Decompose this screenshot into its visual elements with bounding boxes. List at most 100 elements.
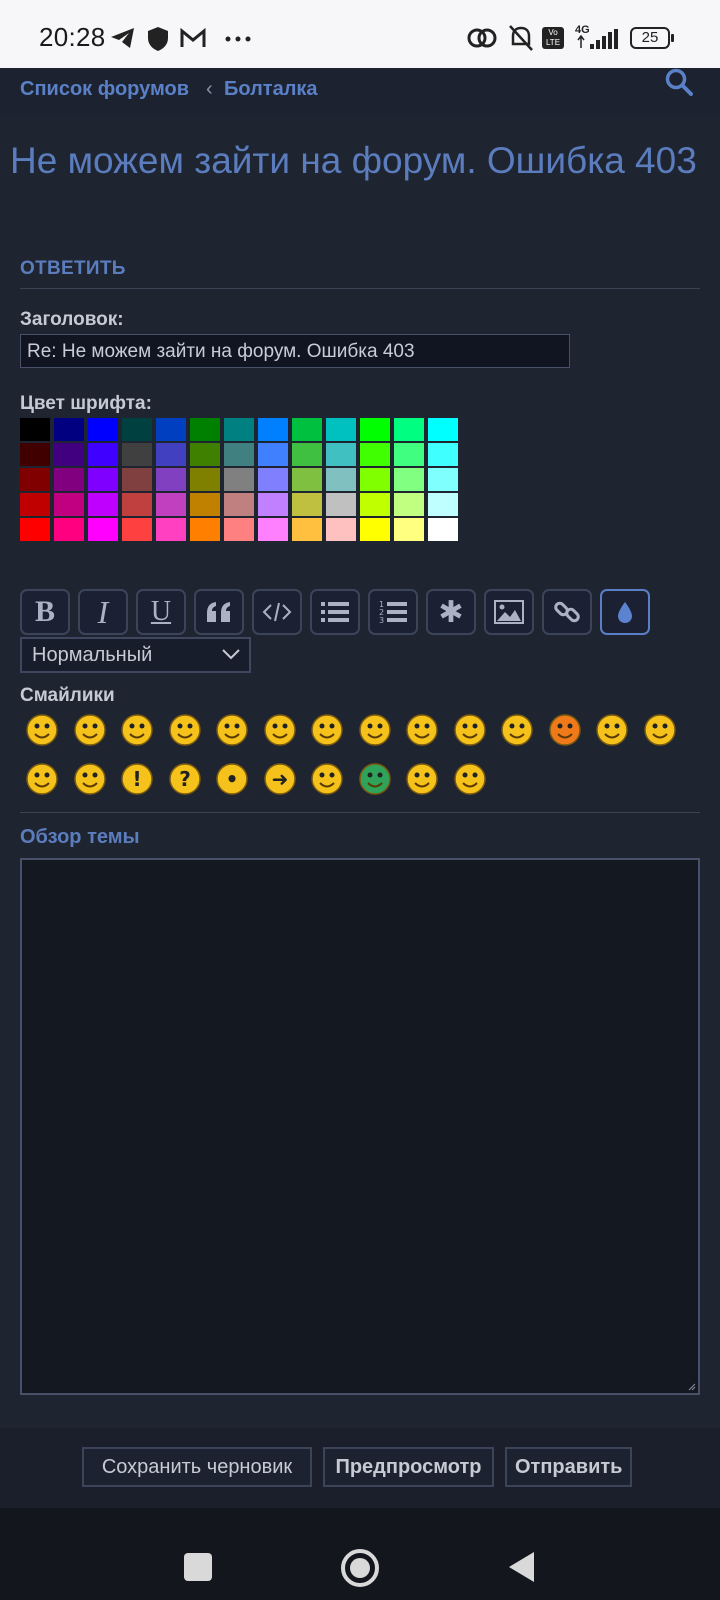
color-swatch[interactable]	[258, 418, 288, 441]
color-swatch[interactable]	[54, 418, 84, 441]
smiley-idea-icon[interactable]: •	[215, 762, 249, 796]
smiley-arrow-icon[interactable]: ➜	[263, 762, 297, 796]
color-swatch[interactable]	[54, 493, 84, 516]
font-color-button[interactable]	[600, 589, 650, 635]
color-swatch[interactable]	[258, 518, 288, 541]
smiley-smile-icon[interactable]	[73, 713, 107, 747]
smiley-surprised-icon[interactable]	[215, 713, 249, 747]
color-swatch[interactable]	[292, 468, 322, 491]
color-swatch[interactable]	[20, 443, 50, 466]
color-swatch[interactable]	[224, 468, 254, 491]
smiley-twisted-icon[interactable]	[25, 762, 59, 796]
color-swatch[interactable]	[360, 518, 390, 541]
quote-button[interactable]	[194, 589, 244, 635]
color-swatch[interactable]	[190, 443, 220, 466]
smiley-uber-geek-icon[interactable]	[453, 762, 487, 796]
color-swatch[interactable]	[54, 518, 84, 541]
ordered-list-button[interactable]: 1 2 3	[368, 589, 418, 635]
color-swatch[interactable]	[156, 468, 186, 491]
bold-button[interactable]: B	[20, 589, 70, 635]
color-swatch[interactable]	[292, 443, 322, 466]
recents-button[interactable]	[184, 1553, 212, 1581]
smiley-embarrassed-icon[interactable]	[548, 713, 582, 747]
topic-review-box[interactable]	[20, 858, 700, 1395]
smiley-neutral-icon[interactable]	[310, 762, 344, 796]
color-swatch[interactable]	[224, 443, 254, 466]
color-swatch[interactable]	[88, 518, 118, 541]
color-swatch[interactable]	[88, 418, 118, 441]
color-swatch[interactable]	[156, 518, 186, 541]
color-swatch[interactable]	[326, 418, 356, 441]
color-swatch[interactable]	[360, 468, 390, 491]
color-swatch[interactable]	[326, 468, 356, 491]
smiley-mad-icon[interactable]	[453, 713, 487, 747]
color-swatch[interactable]	[122, 518, 152, 541]
color-swatch[interactable]	[428, 493, 458, 516]
color-swatch[interactable]	[54, 443, 84, 466]
color-swatch[interactable]	[224, 493, 254, 516]
color-swatch[interactable]	[428, 443, 458, 466]
color-swatch[interactable]	[292, 493, 322, 516]
underline-button[interactable]: U	[136, 589, 186, 635]
color-swatch[interactable]	[156, 418, 186, 441]
home-button[interactable]	[340, 1548, 380, 1588]
color-swatch[interactable]	[224, 418, 254, 441]
color-swatch[interactable]	[54, 468, 84, 491]
color-swatch[interactable]	[122, 418, 152, 441]
color-swatch[interactable]	[156, 443, 186, 466]
color-swatch[interactable]	[190, 468, 220, 491]
color-swatch[interactable]	[360, 493, 390, 516]
color-swatch[interactable]	[428, 518, 458, 541]
code-button[interactable]	[252, 589, 302, 635]
color-swatch[interactable]	[156, 493, 186, 516]
color-swatch[interactable]	[326, 518, 356, 541]
color-swatch[interactable]	[394, 493, 424, 516]
smiley-cool-icon[interactable]	[358, 713, 392, 747]
breadcrumb-forums-link[interactable]: Список форумов	[20, 78, 189, 101]
smiley-green-icon[interactable]	[358, 762, 392, 796]
color-swatch[interactable]	[88, 493, 118, 516]
color-swatch[interactable]	[88, 443, 118, 466]
search-icon[interactable]	[665, 68, 693, 96]
smiley-exclaim-icon[interactable]: !	[120, 762, 154, 796]
link-button[interactable]	[542, 589, 592, 635]
color-swatch[interactable]	[20, 518, 50, 541]
submit-button[interactable]: Отправить	[505, 1447, 632, 1487]
color-swatch[interactable]	[20, 468, 50, 491]
color-swatch[interactable]	[258, 493, 288, 516]
color-swatch[interactable]	[326, 493, 356, 516]
color-swatch[interactable]	[428, 418, 458, 441]
topic-review-label[interactable]: Обзор темы	[20, 826, 140, 849]
color-swatch[interactable]	[428, 468, 458, 491]
smiley-razz-icon[interactable]	[500, 713, 534, 747]
color-swatch[interactable]	[258, 468, 288, 491]
color-swatch[interactable]	[190, 493, 220, 516]
image-button[interactable]	[484, 589, 534, 635]
color-swatch[interactable]	[20, 418, 50, 441]
color-swatch[interactable]	[394, 418, 424, 441]
smiley-big-grin-icon[interactable]	[25, 713, 59, 747]
list-button[interactable]	[310, 589, 360, 635]
color-swatch[interactable]	[292, 518, 322, 541]
color-swatch[interactable]	[122, 493, 152, 516]
color-swatch[interactable]	[292, 418, 322, 441]
smiley-laugh-icon[interactable]	[405, 713, 439, 747]
smiley-wink-icon[interactable]	[120, 713, 154, 747]
smiley-evil-icon[interactable]	[643, 713, 677, 747]
color-swatch[interactable]	[394, 443, 424, 466]
color-swatch[interactable]	[190, 518, 220, 541]
color-swatch[interactable]	[122, 468, 152, 491]
color-swatch[interactable]	[394, 518, 424, 541]
color-swatch[interactable]	[122, 443, 152, 466]
color-swatch[interactable]	[88, 468, 118, 491]
preview-button[interactable]: Предпросмотр	[323, 1447, 494, 1487]
color-swatch[interactable]	[258, 443, 288, 466]
smiley-confused-icon[interactable]	[310, 713, 344, 747]
color-swatch[interactable]	[394, 468, 424, 491]
page-title[interactable]: Не можем зайти на форум. Ошибка 403	[10, 138, 710, 183]
breadcrumb-board-link[interactable]: Болталка	[224, 78, 318, 101]
color-swatch[interactable]	[360, 418, 390, 441]
color-swatch[interactable]	[224, 518, 254, 541]
smiley-geek-icon[interactable]	[405, 762, 439, 796]
color-swatch[interactable]	[360, 443, 390, 466]
